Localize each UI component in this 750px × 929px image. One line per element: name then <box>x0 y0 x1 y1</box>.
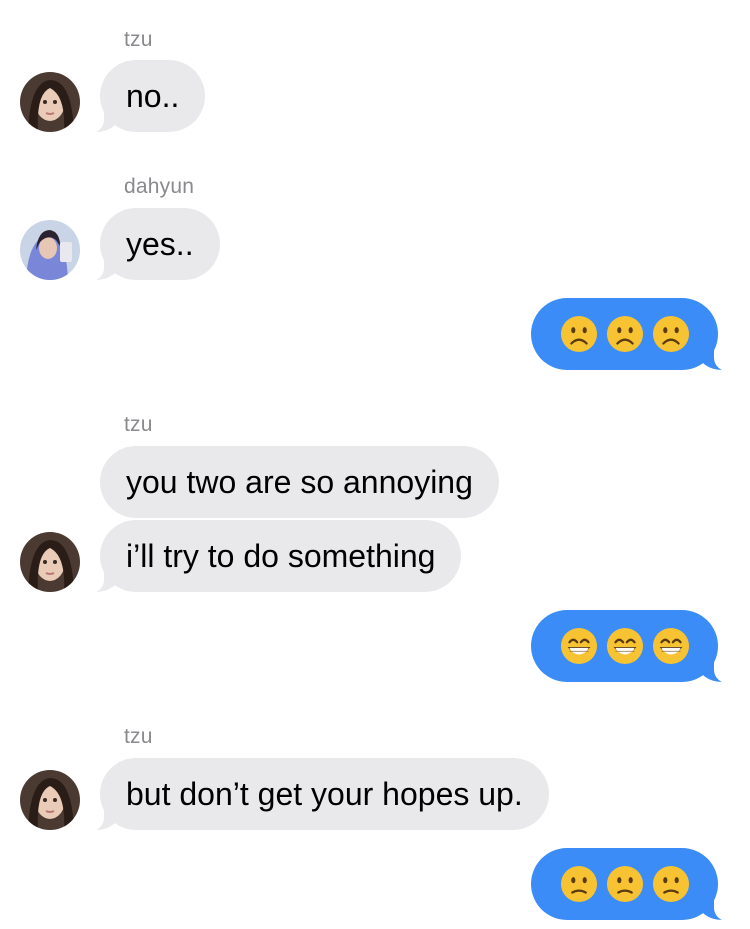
frowning-face-icon <box>652 315 689 353</box>
frowning-face-icon <box>606 315 643 353</box>
avatar-dahyun[interactable] <box>20 220 80 280</box>
emoji-group <box>560 627 690 665</box>
avatar-tzu[interactable] <box>20 532 80 592</box>
sender-name: tzu <box>124 28 153 51</box>
message-text: you two are so annoying <box>126 463 473 500</box>
incoming-message-bubble[interactable]: but don’t get your hopes up. <box>100 758 549 830</box>
incoming-message-bubble[interactable]: no.. <box>100 60 206 132</box>
avatar-photo-icon <box>20 220 80 280</box>
incoming-message-bubble[interactable]: yes.. <box>100 208 220 280</box>
grinning-face-icon <box>606 627 643 665</box>
sender-name: tzu <box>124 725 153 748</box>
grinning-face-icon <box>560 627 597 665</box>
outgoing-message-bubble[interactable] <box>531 610 718 682</box>
emoji-group <box>560 865 690 903</box>
frowning-face-icon <box>560 315 597 353</box>
sender-name: dahyun <box>124 175 195 198</box>
avatar-tzu[interactable] <box>20 72 80 132</box>
sender-name: tzu <box>124 413 153 436</box>
message-text: but don’t get your hopes up. <box>126 775 523 812</box>
avatar-photo-icon <box>20 72 80 132</box>
message-text: yes.. <box>126 225 194 262</box>
slightly-frowning-face-icon <box>560 865 597 903</box>
outgoing-message-bubble[interactable] <box>531 848 718 920</box>
incoming-message-bubble[interactable]: i’ll try to do something <box>100 520 462 592</box>
slightly-frowning-face-icon <box>606 865 643 903</box>
avatar-photo-icon <box>20 770 80 830</box>
message-text: no.. <box>126 77 180 114</box>
emoji-group <box>560 315 690 353</box>
slightly-frowning-face-icon <box>652 865 689 903</box>
outgoing-message-bubble[interactable] <box>531 298 718 370</box>
incoming-message-bubble[interactable]: you two are so annoying <box>100 446 499 518</box>
message-text: i’ll try to do something <box>126 537 436 574</box>
grinning-face-icon <box>652 627 689 665</box>
avatar-tzu[interactable] <box>20 770 80 830</box>
avatar-photo-icon <box>20 532 80 592</box>
